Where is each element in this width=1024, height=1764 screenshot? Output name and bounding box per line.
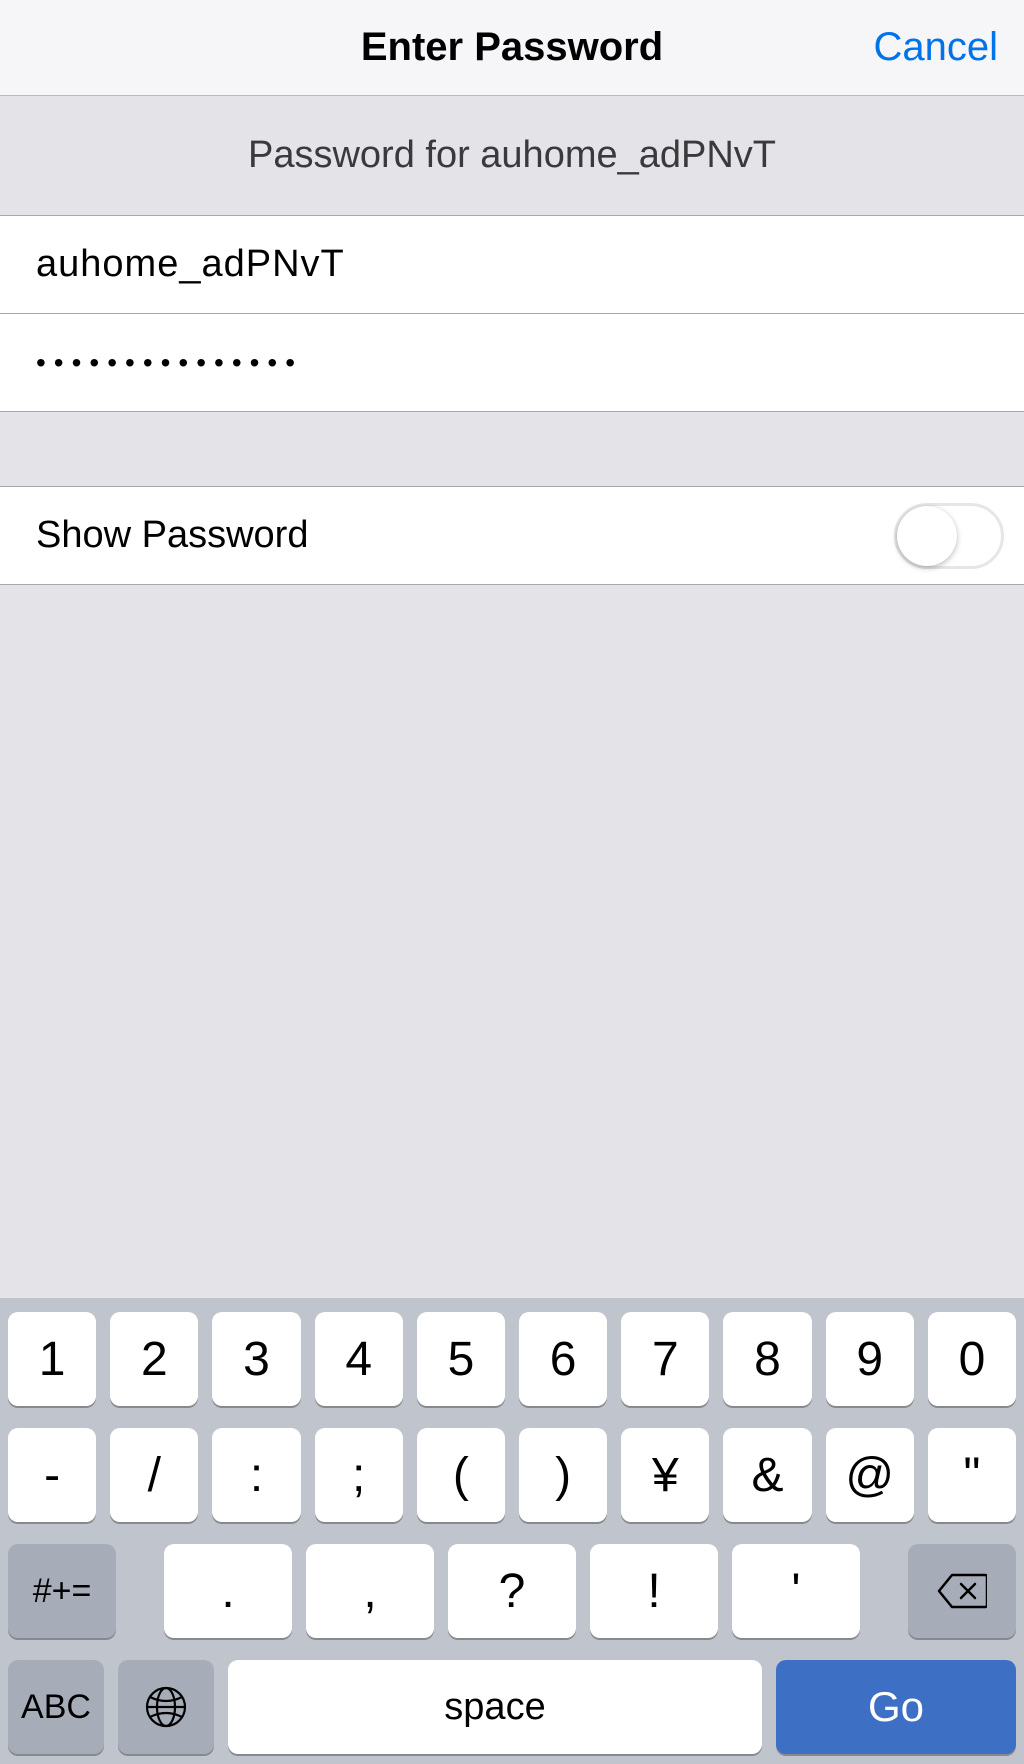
key-8[interactable]: 8 [723, 1312, 811, 1406]
username-field[interactable] [36, 243, 988, 286]
key-comma[interactable]: , [306, 1544, 434, 1638]
toggle-knob [897, 506, 957, 566]
password-cell [0, 314, 1024, 412]
key-slash[interactable]: / [110, 1428, 198, 1522]
key-quote[interactable]: " [928, 1428, 1016, 1522]
key-apostrophe[interactable]: ' [732, 1544, 860, 1638]
key-yen[interactable]: ¥ [621, 1428, 709, 1522]
key-1[interactable]: 1 [8, 1312, 96, 1406]
key-globe[interactable] [118, 1660, 214, 1754]
key-0[interactable]: 0 [928, 1312, 1016, 1406]
key-paren-open[interactable]: ( [417, 1428, 505, 1522]
keyboard: 1 2 3 4 5 6 7 8 9 0 - / : ; ( ) ¥ & @ " … [0, 1298, 1024, 1764]
key-3[interactable]: 3 [212, 1312, 300, 1406]
key-question[interactable]: ? [448, 1544, 576, 1638]
key-period[interactable]: . [164, 1544, 292, 1638]
key-space[interactable]: space [228, 1660, 762, 1754]
key-5[interactable]: 5 [417, 1312, 505, 1406]
key-2[interactable]: 2 [110, 1312, 198, 1406]
key-go[interactable]: Go [776, 1660, 1016, 1754]
key-symbols[interactable]: #+= [8, 1544, 116, 1638]
show-password-label: Show Password [36, 514, 308, 557]
key-4[interactable]: 4 [315, 1312, 403, 1406]
show-password-row: Show Password [0, 487, 1024, 585]
backspace-icon [937, 1573, 987, 1609]
key-semicolon[interactable]: ; [315, 1428, 403, 1522]
keyboard-row-3: #+= . , ? ! ' [8, 1544, 1016, 1638]
globe-icon [144, 1685, 188, 1729]
key-at[interactable]: @ [826, 1428, 914, 1522]
navbar: Enter Password Cancel [0, 0, 1024, 96]
content-fill [0, 585, 1024, 1298]
key-ampersand[interactable]: & [723, 1428, 811, 1522]
key-7[interactable]: 7 [621, 1312, 709, 1406]
section-gap [0, 412, 1024, 487]
show-password-toggle[interactable] [894, 503, 1004, 569]
keyboard-row-2: - / : ; ( ) ¥ & @ " [8, 1428, 1016, 1522]
key-abc[interactable]: ABC [8, 1660, 104, 1754]
key-6[interactable]: 6 [519, 1312, 607, 1406]
username-cell [0, 216, 1024, 314]
key-exclaim[interactable]: ! [590, 1544, 718, 1638]
keyboard-row-4: ABC space Go [8, 1660, 1016, 1754]
keyboard-row-1: 1 2 3 4 5 6 7 8 9 0 [8, 1312, 1016, 1406]
key-dash[interactable]: - [8, 1428, 96, 1522]
navbar-title: Enter Password [361, 25, 663, 70]
key-paren-close[interactable]: ) [519, 1428, 607, 1522]
key-backspace[interactable] [908, 1544, 1016, 1638]
password-field[interactable] [36, 347, 988, 379]
key-colon[interactable]: : [212, 1428, 300, 1522]
cancel-button[interactable]: Cancel [873, 25, 998, 70]
section-header: Password for auhome_adPNvT [0, 96, 1024, 216]
key-9[interactable]: 9 [826, 1312, 914, 1406]
